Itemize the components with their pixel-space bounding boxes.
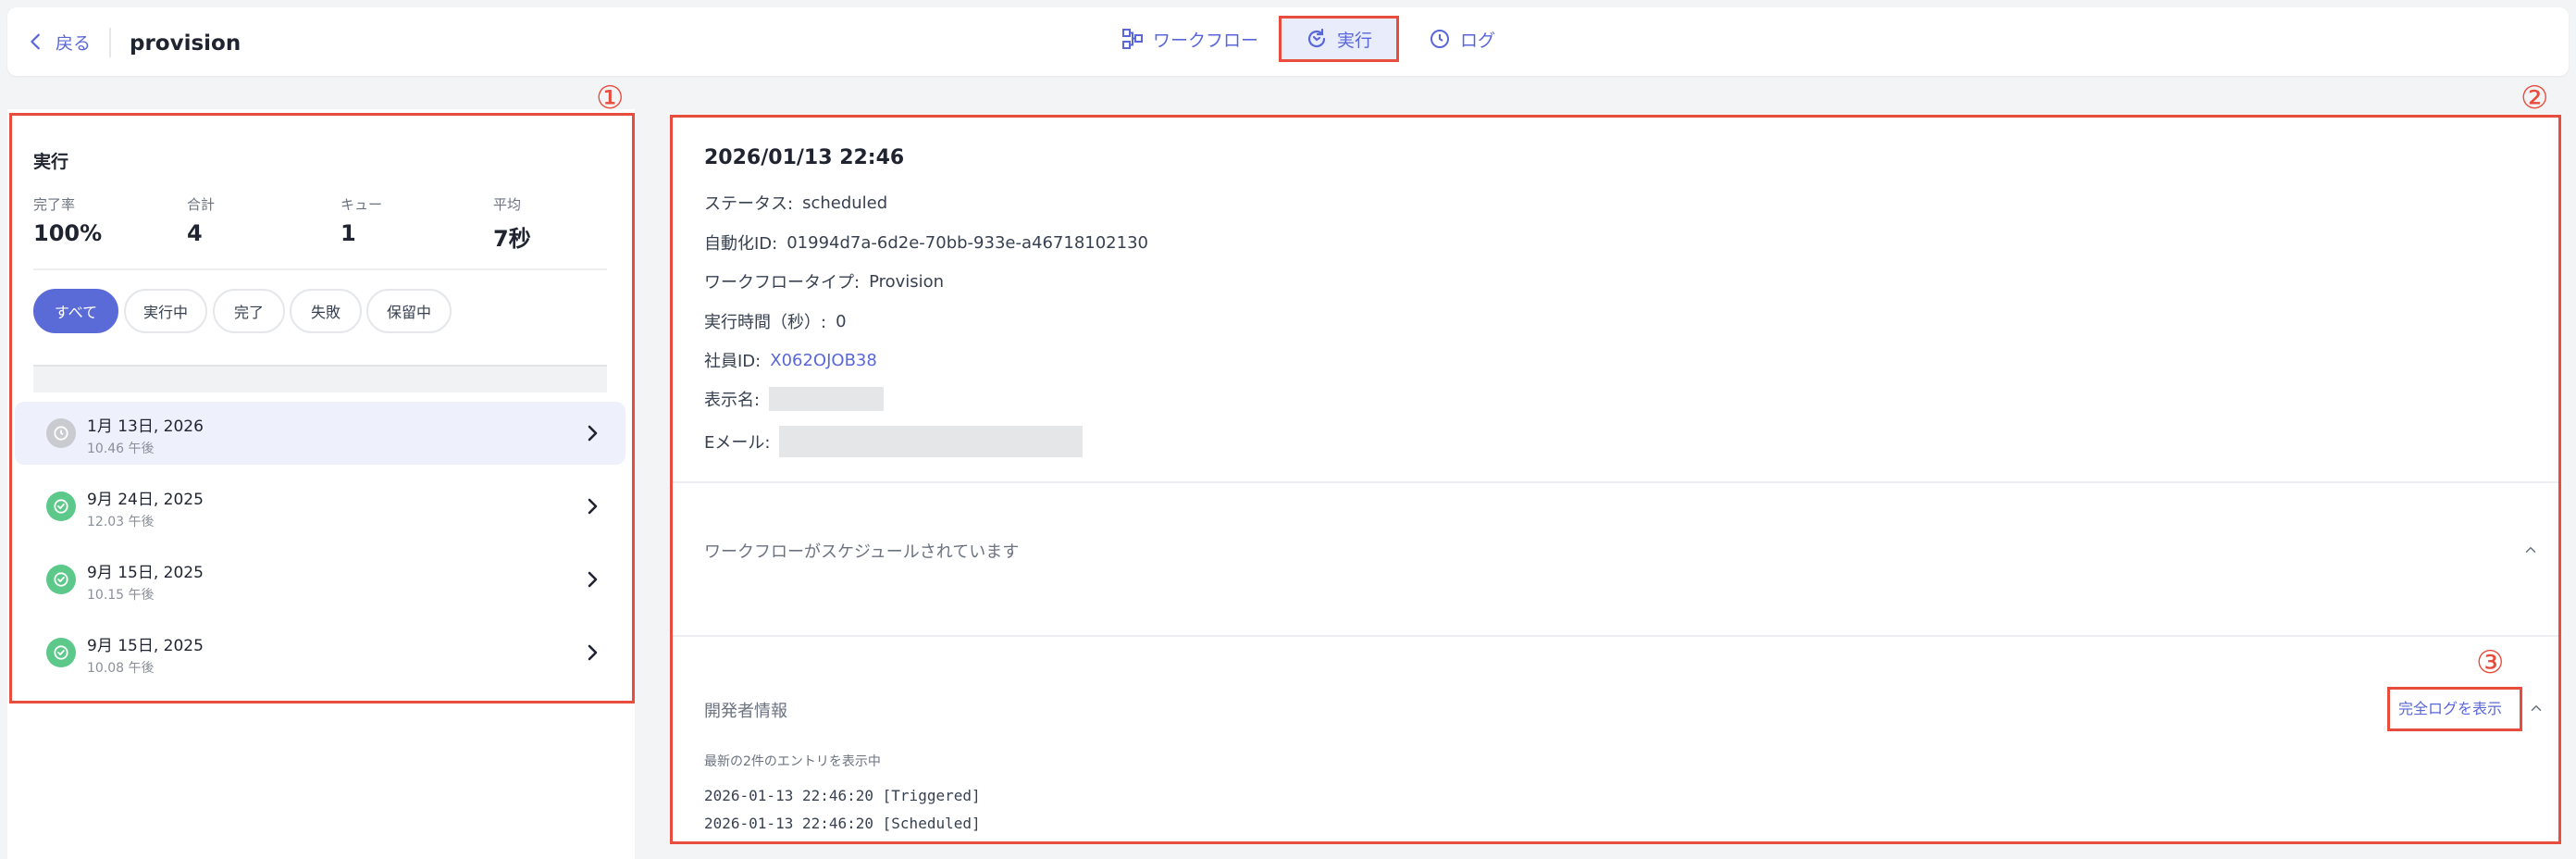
back-label: 戻る bbox=[56, 32, 92, 54]
annotation-box-1 bbox=[9, 113, 635, 703]
tab-logs-label: ログ bbox=[1460, 30, 1496, 51]
clock-icon bbox=[1430, 30, 1449, 48]
tab-logs[interactable]: ログ bbox=[1414, 16, 1510, 62]
annotation-box-2 bbox=[670, 115, 2561, 844]
tab-runs-label: 実行 bbox=[1336, 30, 1372, 51]
annotation-marker-1: ① bbox=[596, 80, 625, 117]
tab-workflow[interactable]: ワークフロー bbox=[1107, 16, 1273, 62]
annotation-marker-2: ② bbox=[2520, 80, 2549, 117]
workflow-icon bbox=[1122, 29, 1143, 49]
refresh-icon bbox=[1307, 28, 1326, 48]
back-button[interactable]: 戻る bbox=[26, 28, 91, 56]
tab-runs[interactable]: 実行 bbox=[1279, 16, 1399, 62]
tab-workflow-label: ワークフロー bbox=[1153, 30, 1259, 51]
page-title: provision bbox=[130, 31, 242, 56]
header-divider bbox=[109, 28, 111, 57]
chevron-left-icon bbox=[31, 33, 40, 50]
